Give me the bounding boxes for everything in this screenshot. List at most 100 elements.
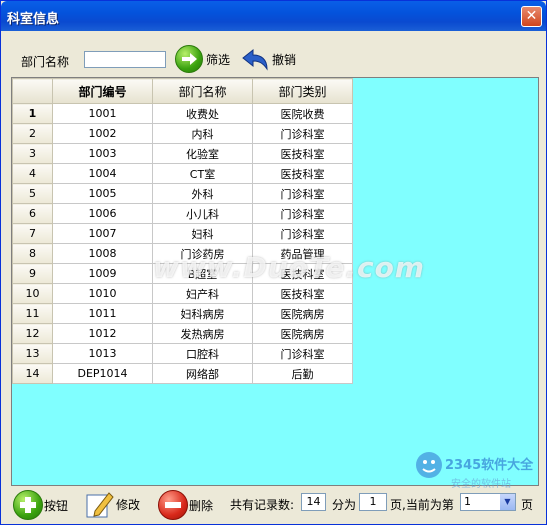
pencil-icon — [85, 489, 115, 522]
table-row[interactable]: 7 1007 妇科 门诊科室 — [12, 223, 353, 244]
cell-code[interactable]: 1012 — [52, 323, 153, 344]
cell-type[interactable]: 医院收费 — [252, 103, 353, 124]
cell-name[interactable]: CT室 — [152, 163, 253, 184]
row-header-cell[interactable]: 10 — [12, 283, 53, 304]
cell-code[interactable]: 1004 — [52, 163, 153, 184]
cell-code[interactable]: 1013 — [52, 343, 153, 364]
total-records-label: 共有记录数: — [230, 498, 295, 512]
row-header-cell[interactable]: 11 — [12, 303, 53, 324]
current-page-label: 页,当前为第 — [390, 498, 454, 512]
table-row[interactable]: 12 1012 发热病房 医院病房 — [12, 323, 353, 344]
cell-type[interactable]: 门诊科室 — [252, 183, 353, 204]
cell-code[interactable]: 1006 — [52, 203, 153, 224]
undo-label: 撤销 — [272, 53, 297, 67]
current-page-value: 1 — [464, 495, 471, 508]
cell-code[interactable]: 1011 — [52, 303, 153, 324]
total-records-value: 14 — [301, 493, 326, 511]
cell-name[interactable]: 口腔科 — [152, 343, 253, 364]
page-suffix-label: 页 — [521, 498, 534, 512]
add-label: 按钮 — [44, 499, 69, 513]
cell-type[interactable]: 医技科室 — [252, 283, 353, 304]
row-header-cell[interactable]: 3 — [12, 143, 53, 164]
row-header-cell[interactable]: 4 — [12, 163, 53, 184]
row-header-cell[interactable]: 12 — [12, 323, 53, 344]
row-header-cell[interactable]: 2 — [12, 123, 53, 144]
row-header-cell[interactable]: 13 — [12, 343, 53, 364]
table-row[interactable]: 6 1006 小儿科 门诊科室 — [12, 203, 353, 224]
row-header-cell[interactable]: 7 — [12, 223, 53, 244]
cell-name[interactable]: 妇产科 — [152, 283, 253, 304]
cell-code[interactable]: 1009 — [52, 263, 153, 284]
cell-type[interactable]: 医院病房 — [252, 323, 353, 344]
cell-name[interactable]: 网络部 — [152, 363, 253, 384]
cell-name[interactable]: 外科 — [152, 183, 253, 204]
cell-code[interactable]: 1010 — [52, 283, 153, 304]
undo-arrow-icon — [241, 47, 271, 76]
cell-name[interactable]: 内科 — [152, 123, 253, 144]
row-header-cell[interactable]: 8 — [12, 243, 53, 264]
cell-type[interactable]: 医技科室 — [252, 163, 353, 184]
row-header-cell[interactable]: 14 — [12, 363, 53, 384]
svg-text:安全的软件站: 安全的软件站 — [451, 477, 511, 490]
cell-type[interactable]: 门诊科室 — [252, 123, 353, 144]
column-header-type[interactable]: 部门类别 — [252, 78, 353, 104]
cell-type[interactable]: 门诊科室 — [252, 223, 353, 244]
table-row[interactable]: 1 1001 收费处 医院收费 — [12, 103, 353, 124]
cell-type[interactable]: 后勤 — [252, 363, 353, 384]
cell-name[interactable]: 小儿科 — [152, 203, 253, 224]
cell-name[interactable]: 发热病房 — [152, 323, 253, 344]
svg-text:2345软件大全: 2345软件大全 — [445, 457, 534, 473]
table-row[interactable]: 13 1013 口腔科 门诊科室 — [12, 343, 353, 364]
table-row[interactable]: 2 1002 内科 门诊科室 — [12, 123, 353, 144]
cell-name[interactable]: 妇科病房 — [152, 303, 253, 324]
cell-code[interactable]: DEP1014 — [52, 363, 153, 384]
cell-name[interactable]: 收费处 — [152, 103, 253, 124]
cell-code[interactable]: 1002 — [52, 123, 153, 144]
cell-name[interactable]: 妇科 — [152, 223, 253, 244]
row-header-cell[interactable]: 6 — [12, 203, 53, 224]
table-row[interactable]: 11 1011 妇科病房 医院病房 — [12, 303, 353, 324]
minus-icon — [158, 490, 188, 520]
watermark: www.DuoTe.com — [153, 251, 425, 284]
filter-button[interactable]: 筛选 — [175, 45, 235, 73]
cell-code[interactable]: 1007 — [52, 223, 153, 244]
cell-type[interactable]: 门诊科室 — [252, 203, 353, 224]
edit-button[interactable]: 修改 — [85, 489, 145, 519]
table-row[interactable]: 4 1004 CT室 医技科室 — [12, 163, 353, 184]
column-header-code[interactable]: 部门编号 — [52, 78, 153, 104]
undo-button[interactable]: 撤销 — [241, 45, 301, 73]
table-row[interactable]: 10 1010 妇产科 医技科室 — [12, 283, 353, 304]
edit-label: 修改 — [116, 498, 141, 512]
title-bar: 科室信息 ✕ — [1, 1, 546, 31]
cell-type[interactable]: 门诊科室 — [252, 343, 353, 364]
cell-code[interactable]: 1008 — [52, 243, 153, 264]
table-row[interactable]: 14 DEP1014 网络部 后勤 — [12, 363, 353, 384]
cell-code[interactable]: 1003 — [52, 143, 153, 164]
header-row: 部门编号 部门名称 部门类别 — [12, 78, 353, 104]
table-row[interactable]: 5 1005 外科 门诊科室 — [12, 183, 353, 204]
row-header-cell[interactable]: 5 — [12, 183, 53, 204]
plus-icon — [13, 490, 43, 520]
dept-name-input[interactable] — [84, 51, 166, 68]
window: 科室信息 ✕ 部门名称 筛选 撤销 部门编号 部门名称 部门类别 1 1001 … — [0, 0, 547, 525]
cell-code[interactable]: 1005 — [52, 183, 153, 204]
row-header-cell[interactable]: 1 — [12, 103, 53, 124]
table-row[interactable]: 3 1003 化验室 医技科室 — [12, 143, 353, 164]
add-button[interactable]: 按钮 — [13, 490, 73, 520]
filter-label: 筛选 — [206, 53, 231, 67]
corner-cell[interactable] — [12, 78, 53, 104]
cell-type[interactable]: 医院病房 — [252, 303, 353, 324]
row-header-cell[interactable]: 9 — [12, 263, 53, 284]
current-page-select[interactable]: 1 ▼ — [460, 493, 516, 511]
delete-label: 删除 — [189, 499, 214, 513]
column-header-name[interactable]: 部门名称 — [152, 78, 253, 104]
cell-code[interactable]: 1001 — [52, 103, 153, 124]
cell-name[interactable]: 化验室 — [152, 143, 253, 164]
delete-button[interactable]: 删除 — [158, 490, 218, 520]
close-button[interactable]: ✕ — [521, 6, 542, 27]
window-title: 科室信息 — [7, 12, 60, 27]
department-table: 部门编号 部门名称 部门类别 1 1001 收费处 医院收费 2 1002 内科 门诊科室 3 1… — [12, 78, 353, 384]
chevron-down-icon[interactable]: ▼ — [500, 494, 515, 510]
cell-type[interactable]: 医技科室 — [252, 143, 353, 164]
arrow-right-icon — [175, 45, 203, 73]
